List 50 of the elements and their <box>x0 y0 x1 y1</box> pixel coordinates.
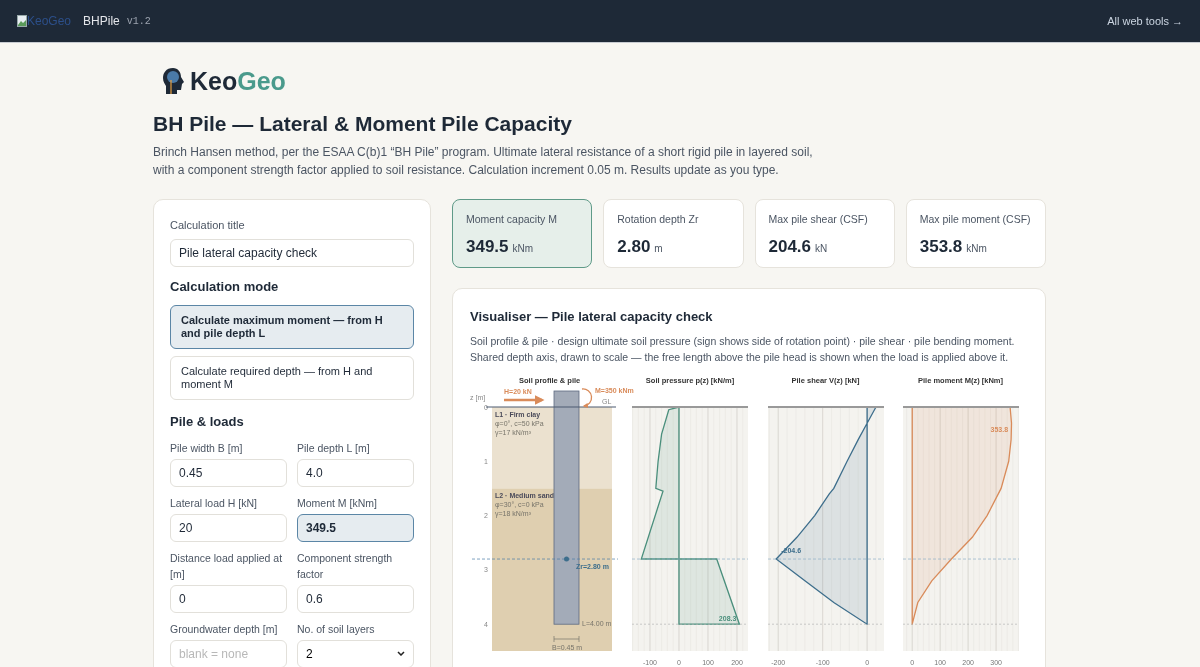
field-label: Pile width B [m] <box>170 440 244 456</box>
field-label: Moment M [kNm] <box>297 495 378 511</box>
field-label: Pile depth L [m] <box>297 440 371 456</box>
field-label: No. of soil layers <box>297 621 376 637</box>
app-name: BHPile <box>83 13 120 30</box>
result-field[interactable]: 349.5 <box>297 513 414 542</box>
result-unit: m <box>654 241 663 256</box>
title-field[interactable]: Pile lateral capacity check <box>170 238 414 267</box>
head-icon <box>162 67 185 95</box>
page-description: Brinch Hansen method, per the ESAA C(b)1 “BH Pile” program. Ultimate lateral resistance of a short rigid pile in layered soil, with a component strength factor applied to soil resistance. Calculation increment 0.05 m. Results update as you type. <box>153 144 814 179</box>
page-title: BH Pile — Lateral & Moment Pile Capacity <box>153 111 573 137</box>
input-field[interactable]: 0 <box>170 584 287 613</box>
logo-alt-text: KeoGeo <box>27 13 72 30</box>
section-heading: Calculation mode <box>170 277 280 296</box>
field-label: Calculation title <box>170 218 246 233</box>
mode-option[interactable]: Calculate required depth — from H and moment M <box>170 356 414 400</box>
result-unit: kNm <box>512 241 534 256</box>
field-label: Distance load applied at [m] <box>170 550 284 582</box>
result-label: Max pile shear (CSF) <box>768 212 869 227</box>
broken-image-icon <box>17 15 27 27</box>
rotation-point <box>564 556 569 562</box>
visualiser-title: Visualiser — Pile lateral capacity check <box>470 308 714 326</box>
result-value: 2.80 <box>617 235 651 258</box>
result-label: Rotation depth Zr <box>617 212 700 227</box>
all-tools-link[interactable]: All web tools → <box>1107 12 1183 30</box>
input-field[interactable]: 0.45 <box>170 458 287 487</box>
result-unit: kN <box>815 241 828 256</box>
visualiser-description: Soil profile & pile · design ultimate soil pressure (sign shows side of rotation point) · pile shear · pile bending moment. Shared depth axis, drawn to scale — the free length above the pile head is shown when the load is applied above it. <box>470 333 1016 365</box>
field-label: Component strength factor <box>297 550 394 582</box>
version-label: v1.2 <box>126 14 151 29</box>
mode-option[interactable]: Calculate maximum moment — from H and pile depth L <box>170 305 414 349</box>
section-heading: Pile & loads <box>170 413 245 431</box>
result-unit: kNm <box>966 241 987 256</box>
load-arrow <box>504 394 545 405</box>
logo-wordmark: KeoGeo <box>190 68 286 94</box>
field-label: Lateral load H [kN] <box>170 495 258 511</box>
result-value: 204.6 <box>768 235 812 258</box>
input-field[interactable]: 0.6 <box>297 584 414 613</box>
width-dimension <box>553 635 580 642</box>
input-field[interactable]: blank = none <box>170 639 287 667</box>
field-label: Groundwater depth [m] <box>170 621 279 637</box>
result-value: 349.5 <box>466 235 509 258</box>
moment-arrow <box>581 387 593 408</box>
chevron-down-icon <box>397 651 405 656</box>
select-field[interactable]: 2 <box>297 639 414 667</box>
result-label: Moment capacity M <box>466 212 559 227</box>
result-label: Max pile moment (CSF) <box>919 212 1032 227</box>
result-value: 353.8 <box>919 235 963 258</box>
input-field[interactable]: 20 <box>170 513 287 542</box>
input-field[interactable]: 4.0 <box>297 458 414 487</box>
